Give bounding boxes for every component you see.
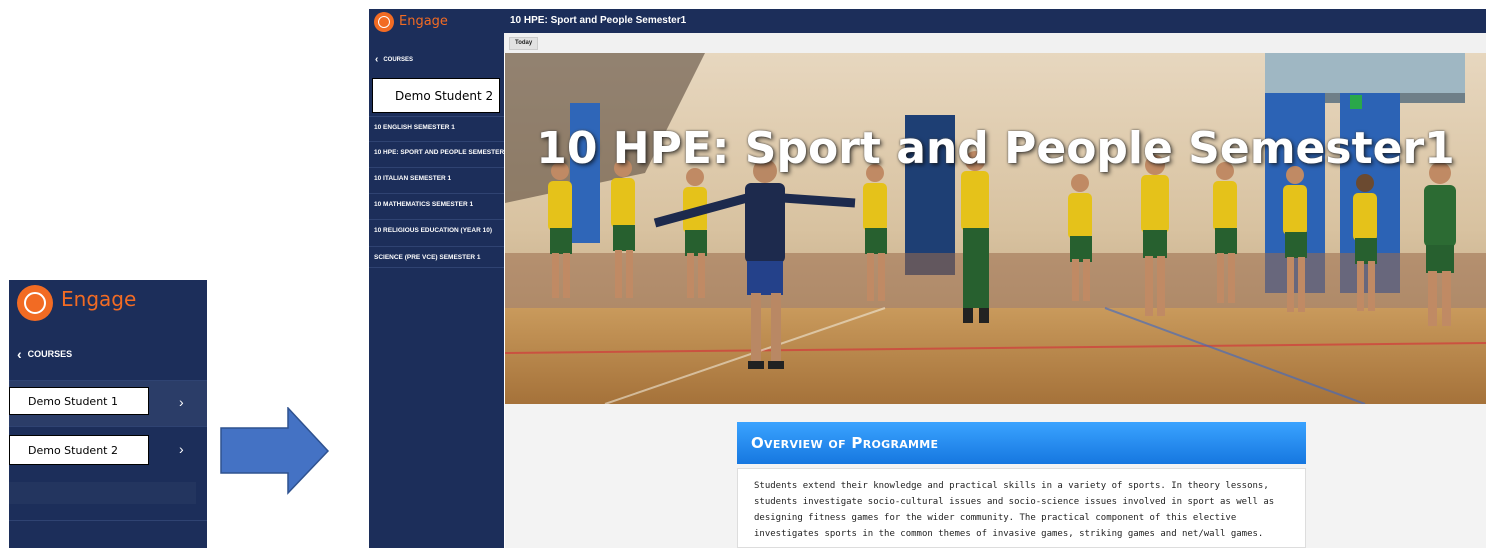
student-label: Demo Student 1 — [9, 387, 149, 415]
today-button[interactable]: Today — [509, 37, 539, 50]
course-item-hpe[interactable]: 10 HPE: SPORT AND PEOPLE SEMESTER 1 — [369, 141, 504, 163]
empty-row-placeholder — [9, 482, 196, 504]
student-item-2[interactable]: Demo Student 2 › — [9, 426, 207, 472]
student-item-1[interactable]: Demo Student 1 › — [9, 380, 207, 426]
course-item-religious-education[interactable]: 10 RELIGIOUS EDUCATION (YEAR 10) — [369, 219, 504, 241]
overview-text: Students extend their knowledge and prac… — [737, 468, 1306, 548]
toolbar: Today — [504, 33, 1486, 53]
course-item-italian[interactable]: 10 ITALIAN SEMESTER 1 — [369, 167, 504, 189]
hero-title: 10 HPE: Sport and People Semester1 — [536, 123, 1455, 174]
course-page-screenshot: Engage ‹ COURSES Demo Student 2 10 ENGLI… — [369, 9, 1486, 548]
brand-name: Engage — [61, 287, 137, 311]
course-item-english[interactable]: 10 ENGLISH SEMESTER 1 — [369, 116, 504, 138]
chevron-left-icon: ‹ — [375, 54, 379, 65]
brand-name: Engage — [399, 14, 448, 29]
course-item-science[interactable]: SCIENCE (PRE VCE) SEMESTER 1 — [369, 246, 504, 268]
engage-logo-icon — [374, 12, 394, 32]
course-item-mathematics[interactable]: 10 MATHEMATICS SEMESTER 1 — [369, 193, 504, 215]
engage-logo-icon — [17, 285, 53, 321]
courses-label: COURSES — [27, 349, 73, 359]
overview-heading: Overview of Programme — [737, 422, 1306, 464]
chevron-right-icon: › — [179, 394, 184, 410]
courses-back-link[interactable]: ‹ COURSES — [375, 54, 413, 65]
sidebar: Engage ‹ COURSES Demo Student 2 10 ENGLI… — [369, 9, 504, 548]
divider — [9, 520, 207, 521]
courses-label: COURSES — [383, 56, 414, 63]
student-selector[interactable]: Demo Student 2 — [372, 78, 500, 113]
chevron-right-icon: › — [179, 441, 184, 457]
courses-back-link[interactable]: ‹ COURSES — [17, 346, 72, 362]
chevron-left-icon: ‹ — [17, 346, 22, 362]
gym-photo — [505, 53, 1486, 404]
student-label: Demo Student 2 — [9, 435, 149, 465]
navigation-panel-zoom: Engage ‹ COURSES Demo Student 1 › Demo S… — [9, 280, 207, 548]
course-content: Overview of Programme Students extend th… — [505, 404, 1486, 548]
page-title: 10 HPE: Sport and People Semester1 — [504, 9, 1486, 33]
hero-banner-image: 10 HPE: Sport and People Semester1 — [505, 53, 1486, 404]
arrow-right-icon — [220, 407, 330, 495]
